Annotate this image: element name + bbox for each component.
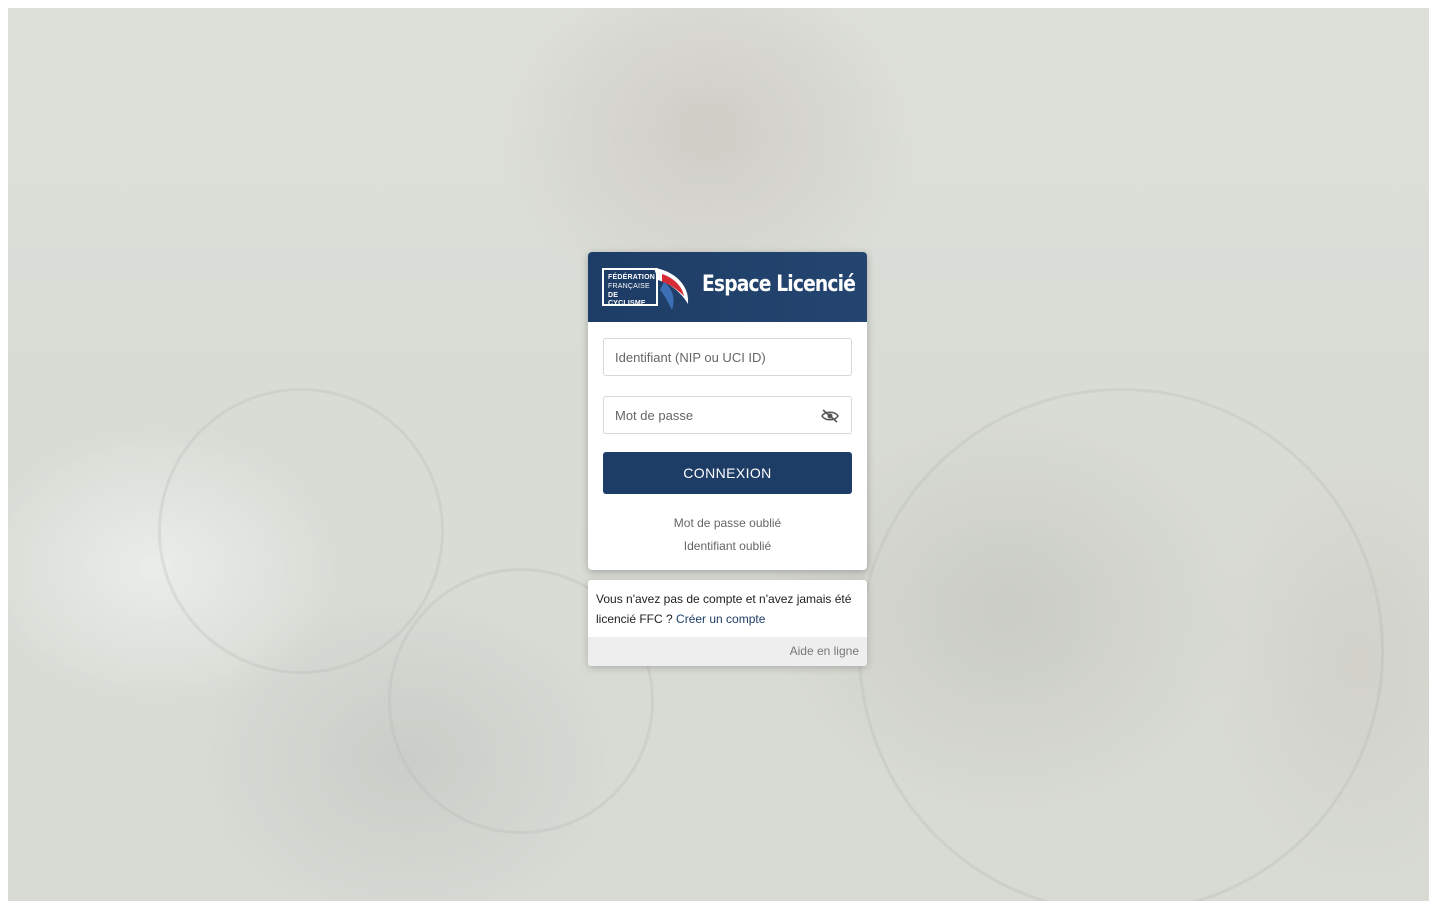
connexion-button[interactable]: CONNEXION bbox=[603, 452, 852, 494]
identifier-input[interactable] bbox=[604, 339, 851, 375]
ffc-logo: FÉDÉRATION FRANÇAISE DE CYCLISME bbox=[602, 264, 702, 314]
identifier-field bbox=[603, 338, 852, 376]
forgot-identifier-link[interactable]: Identifiant oublié bbox=[603, 535, 852, 558]
create-account-link[interactable]: Créer un compte bbox=[676, 612, 765, 626]
card-header: FÉDÉRATION FRANÇAISE DE CYCLISME Espace … bbox=[588, 252, 867, 322]
signup-footer: Aide en ligne bbox=[588, 637, 867, 666]
password-input[interactable] bbox=[604, 397, 851, 433]
eye-slash-icon[interactable] bbox=[821, 408, 839, 424]
password-field bbox=[603, 396, 852, 434]
signup-text-block: Vous n'avez pas de compte et n'avez jama… bbox=[588, 580, 867, 637]
logo-swoosh-icon bbox=[654, 268, 689, 310]
recovery-links: Mot de passe oublié Identifiant oublié bbox=[603, 512, 852, 558]
signup-card: Vous n'avez pas de compte et n'avez jama… bbox=[588, 580, 867, 666]
login-form: CONNEXION Mot de passe oublié Identifian… bbox=[588, 322, 867, 570]
page-title: Espace Licencié bbox=[701, 272, 856, 297]
help-link[interactable]: Aide en ligne bbox=[790, 644, 859, 658]
login-card: FÉDÉRATION FRANÇAISE DE CYCLISME Espace … bbox=[588, 252, 867, 570]
forgot-password-link[interactable]: Mot de passe oublié bbox=[603, 512, 852, 535]
